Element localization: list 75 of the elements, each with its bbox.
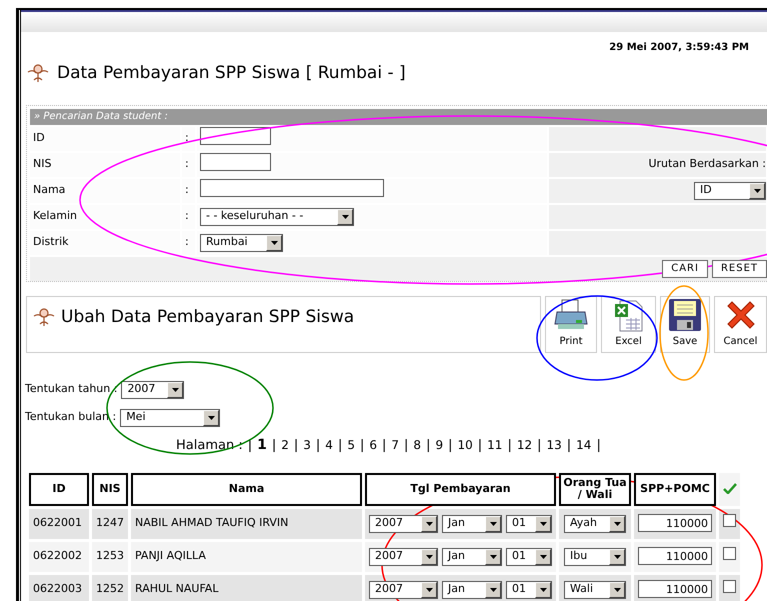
field-label: Nama [33, 183, 66, 196]
pipe-separator: | [404, 436, 408, 454]
select-field[interactable]: Rumbai [200, 234, 283, 252]
page-link[interactable]: 1 [257, 434, 267, 456]
page-link[interactable]: 10 [457, 436, 473, 454]
page-title: Data Pembayaran SPP Siswa [ Rumbai - ] [57, 62, 406, 85]
pipe-separator: | [316, 436, 320, 454]
table-cell: 0622003 [29, 574, 89, 601]
pipe-separator: | [338, 436, 342, 454]
column-header: Nama [131, 472, 362, 506]
section-title: Ubah Data Pembayaran SPP Siswa [61, 306, 354, 328]
table-cell: 1247 [92, 508, 128, 538]
field-label: Distrik [33, 235, 69, 248]
timestamp: 29 Mei 2007, 3:59:43 PM [608, 41, 750, 55]
pipe-separator: | [596, 436, 601, 454]
table-cell: 0622002 [29, 542, 89, 572]
pipe-separator: | [360, 436, 364, 454]
page-link[interactable]: 3 [303, 436, 311, 454]
select-field[interactable]: - - keseluruhan - - [200, 208, 354, 226]
emblem-icon [27, 63, 49, 84]
colon-separator: : [185, 131, 189, 144]
colon-separator: : [185, 157, 189, 170]
page-link[interactable]: 2 [281, 436, 289, 454]
select-field[interactable]: 2007 [121, 380, 184, 398]
table-cell: NABIL AHMAD TAUFIQ IRVIN [131, 508, 362, 538]
page-link[interactable]: 14 [576, 436, 592, 454]
table-cell: 0622001 [29, 508, 89, 538]
printer-icon [554, 298, 588, 332]
page-link[interactable]: 7 [391, 436, 400, 454]
pipe-separator: | [537, 436, 542, 454]
page-link[interactable]: 9 [435, 436, 444, 454]
field-label: Kelamin [33, 209, 77, 222]
table-cell: RAHUL NAUFAL [131, 574, 362, 601]
page-link[interactable]: 4 [325, 436, 333, 454]
colon-separator: : [185, 235, 189, 248]
sort-label: Urutan Berdasarkan : [648, 157, 766, 170]
select-field[interactable]: Mei [120, 408, 220, 426]
field-label: Tentukan bulan : [25, 409, 116, 426]
spreadsheet-icon [614, 300, 644, 332]
pipe-separator: | [507, 436, 512, 454]
colon-separator: : [185, 209, 189, 222]
field-label: NIS [33, 157, 52, 170]
page-link[interactable]: 8 [413, 436, 422, 454]
pipe-separator: | [478, 436, 482, 454]
column-header: NIS [92, 472, 128, 506]
text-input[interactable] [200, 178, 384, 197]
table-cell: 1253 [92, 542, 128, 572]
search-button[interactable]: CARI [662, 260, 708, 278]
toolbar-button[interactable]: Cancel [714, 296, 767, 352]
text-input[interactable] [200, 126, 271, 145]
toolbar-button[interactable]: Excel [601, 296, 656, 352]
pipe-separator: | [294, 436, 298, 454]
page-link[interactable]: 6 [369, 436, 377, 454]
column-header: ID [29, 472, 89, 506]
emblem-icon [33, 306, 55, 327]
page-link[interactable]: 5 [347, 436, 355, 454]
pagination-label: Halaman : [176, 436, 243, 454]
table-cell: 1252 [92, 574, 128, 601]
colon-separator: : [185, 183, 189, 196]
search-heading: » Pencarian Data student : [30, 108, 767, 124]
page-link[interactable]: 12 [516, 436, 532, 454]
pipe-separator: | [566, 436, 572, 454]
pipe-separator: | [448, 436, 452, 454]
field-label: ID [33, 131, 45, 144]
search-button[interactable]: RESET [712, 260, 767, 278]
pipe-separator: | [426, 436, 430, 454]
sort-select[interactable]: ID [694, 182, 766, 200]
text-input[interactable] [200, 152, 271, 171]
page-link[interactable]: 13 [546, 436, 562, 454]
table-cell: PANJI AQILLA [131, 542, 362, 572]
page-link[interactable]: 11 [487, 436, 502, 454]
toolbar-button[interactable]: Print [545, 296, 597, 352]
toolbar-button[interactable]: Save [660, 296, 710, 352]
pipe-separator: | [382, 436, 386, 454]
pipe-separator: | [272, 436, 276, 454]
